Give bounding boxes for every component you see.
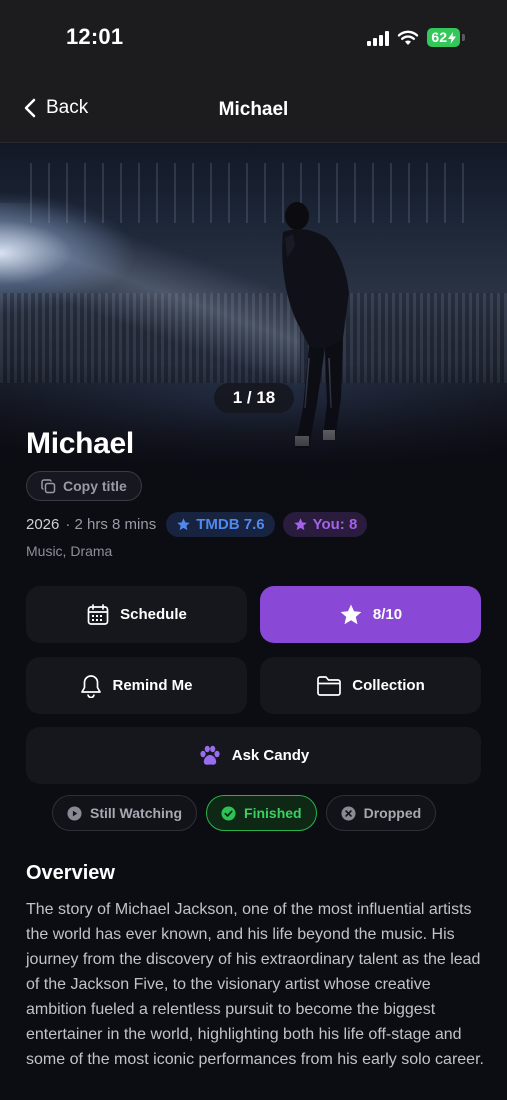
user-rating-label: You: 8 [312, 516, 358, 533]
cellular-signal-icon [367, 30, 390, 46]
copy-icon [41, 478, 56, 493]
status-icons: 62 [367, 28, 465, 47]
movie-title: Michael [26, 427, 134, 460]
nav-title: Michael [218, 99, 289, 120]
schedule-button[interactable]: Schedule [26, 586, 247, 643]
collection-button[interactable]: Collection [260, 657, 481, 714]
release-year: 2026 [26, 516, 60, 533]
star-icon [177, 518, 190, 531]
hero-image[interactable]: 1 / 18 [0, 143, 507, 473]
rating-label: 8/10 [372, 606, 403, 623]
genres: Music, Drama [26, 543, 113, 559]
wifi-icon [398, 30, 419, 45]
image-pager: 1 / 18 [214, 383, 294, 413]
schedule-label: Schedule [120, 606, 187, 623]
status-finished-label: Finished [244, 805, 302, 821]
watch-status-selector: Still Watching Finished Dropped [52, 795, 437, 831]
remind-me-label: Remind Me [112, 677, 193, 694]
rating-button[interactable]: 8/10 [260, 586, 481, 643]
folder-icon [317, 675, 342, 696]
navigation-bar: Back Michael [0, 75, 507, 143]
battery-cap [462, 34, 465, 41]
battery-indicator: 62 [427, 28, 460, 47]
movie-meta: 2026 · 2 hrs 8 mins TMDB 7.6 You: 8 [26, 512, 368, 537]
status-still-watching-chip[interactable]: Still Watching [52, 795, 198, 831]
status-dropped-chip[interactable]: Dropped [325, 795, 437, 831]
tmdb-rating-badge: TMDB 7.6 [166, 512, 275, 537]
calendar-icon [87, 603, 109, 625]
star-icon [340, 604, 362, 624]
battery-level: 62 [431, 29, 447, 45]
charging-bolt-icon [448, 31, 456, 44]
status-still-watching-label: Still Watching [90, 805, 183, 821]
status-time: 12:01 [66, 24, 124, 49]
status-bar: 12:01 62 [0, 0, 507, 75]
status-finished-chip[interactable]: Finished [206, 795, 317, 831]
overview-text: The story of Michael Jackson, one of the… [26, 901, 484, 1068]
bell-icon [81, 674, 102, 698]
runtime: · 2 hrs 8 mins [65, 516, 157, 533]
check-circle-icon [221, 805, 236, 821]
status-dropped-label: Dropped [363, 805, 422, 821]
overview-heading: Overview [26, 862, 115, 884]
play-circle-icon [67, 805, 82, 821]
tmdb-rating-label: TMDB 7.6 [196, 516, 265, 533]
copy-title-label: Copy title [63, 478, 127, 494]
ask-candy-button[interactable]: Ask Candy [26, 727, 481, 784]
x-circle-icon [341, 805, 356, 821]
ask-candy-label: Ask Candy [231, 747, 310, 764]
collection-label: Collection [352, 677, 425, 694]
remind-me-button[interactable]: Remind Me [26, 657, 247, 714]
user-rating-badge: You: 8 [282, 512, 368, 537]
paw-icon [200, 745, 220, 765]
star-icon [293, 518, 307, 531]
copy-title-button[interactable]: Copy title [26, 471, 142, 501]
